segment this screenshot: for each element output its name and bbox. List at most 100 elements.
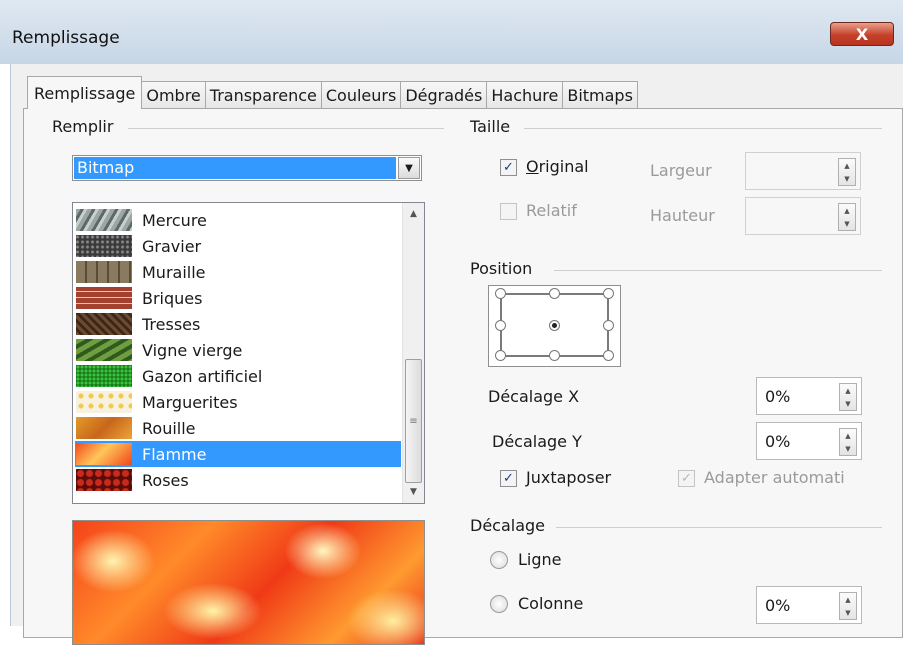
- position-point-bottom-right[interactable]: [603, 350, 614, 361]
- bitmap-list[interactable]: Mercure Gravier Muraille Briques Tresses…: [72, 202, 425, 504]
- size-group-divider: [524, 128, 882, 129]
- stepper-down-icon[interactable]: ▼: [844, 220, 849, 228]
- original-checkbox[interactable]: ✓: [500, 159, 517, 176]
- list-item-label: Flamme: [142, 444, 207, 464]
- offset-value: 0%: [765, 596, 791, 615]
- offset-y-label: Décalage Y: [492, 432, 582, 451]
- stepper-down-icon[interactable]: ▼: [844, 175, 849, 183]
- width-label: Largeur: [650, 161, 712, 180]
- height-stepper[interactable]: ▲ ▼: [838, 203, 856, 231]
- list-item[interactable]: Marguerites: [75, 389, 401, 415]
- height-label: Hauteur: [650, 206, 715, 225]
- briques-swatch: [76, 287, 132, 309]
- list-item-label: Roses: [142, 470, 189, 490]
- list-item[interactable]: Tresses: [75, 311, 401, 337]
- stepper-down-icon[interactable]: ▼: [845, 609, 850, 617]
- list-item[interactable]: Briques: [75, 285, 401, 311]
- relative-checkbox[interactable]: [500, 203, 517, 220]
- offset-x-field[interactable]: 0% ▲ ▼: [756, 377, 862, 415]
- list-item-label: Tresses: [142, 314, 201, 334]
- offset-y-field[interactable]: 0% ▲ ▼: [756, 422, 862, 460]
- vigne-vierge-swatch: [76, 339, 132, 361]
- dialog-body: Remplissage Ombre Transparence Couleurs …: [10, 64, 903, 645]
- scroll-down-icon[interactable]: ▼: [403, 481, 424, 503]
- stepper-up-icon[interactable]: ▲: [845, 387, 850, 395]
- position-point-bottom-left[interactable]: [495, 350, 506, 361]
- position-grid[interactable]: [488, 285, 621, 367]
- tile-checkbox[interactable]: ✓: [500, 470, 517, 487]
- offset-x-label: Décalage X: [488, 387, 580, 406]
- tab-couleurs[interactable]: Couleurs: [320, 81, 402, 109]
- position-group-label: Position: [470, 259, 533, 278]
- offset-stepper[interactable]: ▲ ▼: [839, 592, 857, 620]
- roses-swatch: [76, 469, 132, 491]
- tab-ombre[interactable]: Ombre: [141, 81, 206, 109]
- stepper-up-icon[interactable]: ▲: [845, 596, 850, 604]
- stepper-up-icon[interactable]: ▲: [844, 162, 849, 170]
- position-group-divider: [554, 270, 882, 271]
- height-field[interactable]: ▲ ▼: [745, 197, 861, 235]
- list-item[interactable]: Muraille: [75, 259, 401, 285]
- original-label: Original: [526, 157, 589, 176]
- tile-label: Juxtaposer: [526, 468, 612, 487]
- position-point-top-left[interactable]: [495, 288, 506, 299]
- position-point-top[interactable]: [549, 288, 560, 299]
- fill-type-value: Bitmap: [74, 157, 396, 179]
- list-item-label: Marguerites: [142, 392, 238, 412]
- offset-y-value: 0%: [765, 432, 791, 451]
- offset-value-field[interactable]: 0% ▲ ▼: [756, 586, 862, 624]
- list-item[interactable]: Vigne vierge: [75, 337, 401, 363]
- tab-remplissage[interactable]: Remplissage: [27, 76, 143, 109]
- list-item-label: Muraille: [142, 262, 206, 282]
- offset-x-stepper[interactable]: ▲ ▼: [839, 383, 857, 411]
- close-button[interactable]: X: [830, 22, 894, 46]
- tab-transparence[interactable]: Transparence: [204, 81, 322, 109]
- tab-bar: Remplissage Ombre Transparence Couleurs …: [27, 76, 638, 109]
- width-field[interactable]: ▲ ▼: [745, 152, 861, 190]
- tab-bitmaps[interactable]: Bitmaps: [562, 81, 638, 109]
- original-label-rest: riginal: [538, 157, 589, 176]
- position-point-top-right[interactable]: [603, 288, 614, 299]
- position-point-left[interactable]: [495, 320, 506, 331]
- tab-hachure[interactable]: Hachure: [486, 81, 564, 109]
- stepper-down-icon[interactable]: ▼: [845, 400, 850, 408]
- chevron-down-icon[interactable]: ▼: [398, 157, 420, 179]
- autofit-checkbox[interactable]: ✓: [678, 470, 695, 487]
- list-item-selected[interactable]: Flamme: [75, 441, 401, 467]
- stepper-up-icon[interactable]: ▲: [845, 432, 850, 440]
- list-item-label: Mercure: [142, 210, 207, 230]
- column-radio[interactable]: [490, 595, 508, 613]
- tab-degrades[interactable]: Dégradés: [400, 81, 488, 109]
- title-bar: Remplissage X: [0, 0, 903, 64]
- scroll-thumb[interactable]: ≡: [405, 359, 422, 483]
- list-item-label: Vigne vierge: [142, 340, 243, 360]
- offset-group-divider: [556, 527, 882, 528]
- stepper-up-icon[interactable]: ▲: [844, 207, 849, 215]
- position-point-bottom[interactable]: [549, 350, 560, 361]
- stepper-down-icon[interactable]: ▼: [845, 445, 850, 453]
- list-item-label: Gazon artificiel: [142, 366, 263, 386]
- marguerites-swatch: [76, 391, 132, 413]
- fill-type-dropdown[interactable]: Bitmap ▼: [72, 155, 422, 181]
- width-stepper[interactable]: ▲ ▼: [838, 158, 856, 186]
- bitmap-preview: [72, 520, 425, 645]
- list-item[interactable]: Rouille: [75, 415, 401, 441]
- fill-group-divider: [128, 128, 444, 129]
- relative-label: Relatif: [526, 201, 577, 220]
- list-item[interactable]: Roses: [75, 467, 401, 493]
- close-icon: X: [855, 24, 869, 44]
- scroll-up-icon[interactable]: ▲: [403, 203, 424, 225]
- autofit-label: Adapter automati: [704, 468, 845, 487]
- position-point-right[interactable]: [603, 320, 614, 331]
- list-item[interactable]: Mercure: [75, 207, 401, 233]
- offset-group-label: Décalage: [470, 516, 546, 535]
- list-item[interactable]: Gravier: [75, 233, 401, 259]
- offset-y-stepper[interactable]: ▲ ▼: [839, 428, 857, 456]
- list-item-label: Briques: [142, 288, 203, 308]
- list-item[interactable]: Gazon artificiel: [75, 363, 401, 389]
- row-radio[interactable]: [490, 551, 508, 569]
- position-point-center[interactable]: [549, 320, 560, 331]
- gazon-artificiel-swatch: [76, 365, 132, 387]
- list-scrollbar[interactable]: ▲ ≡ ▼: [402, 203, 424, 503]
- tab-page-remplissage: Remplir Bitmap ▼ Mercure Gravier Muraill…: [23, 108, 903, 645]
